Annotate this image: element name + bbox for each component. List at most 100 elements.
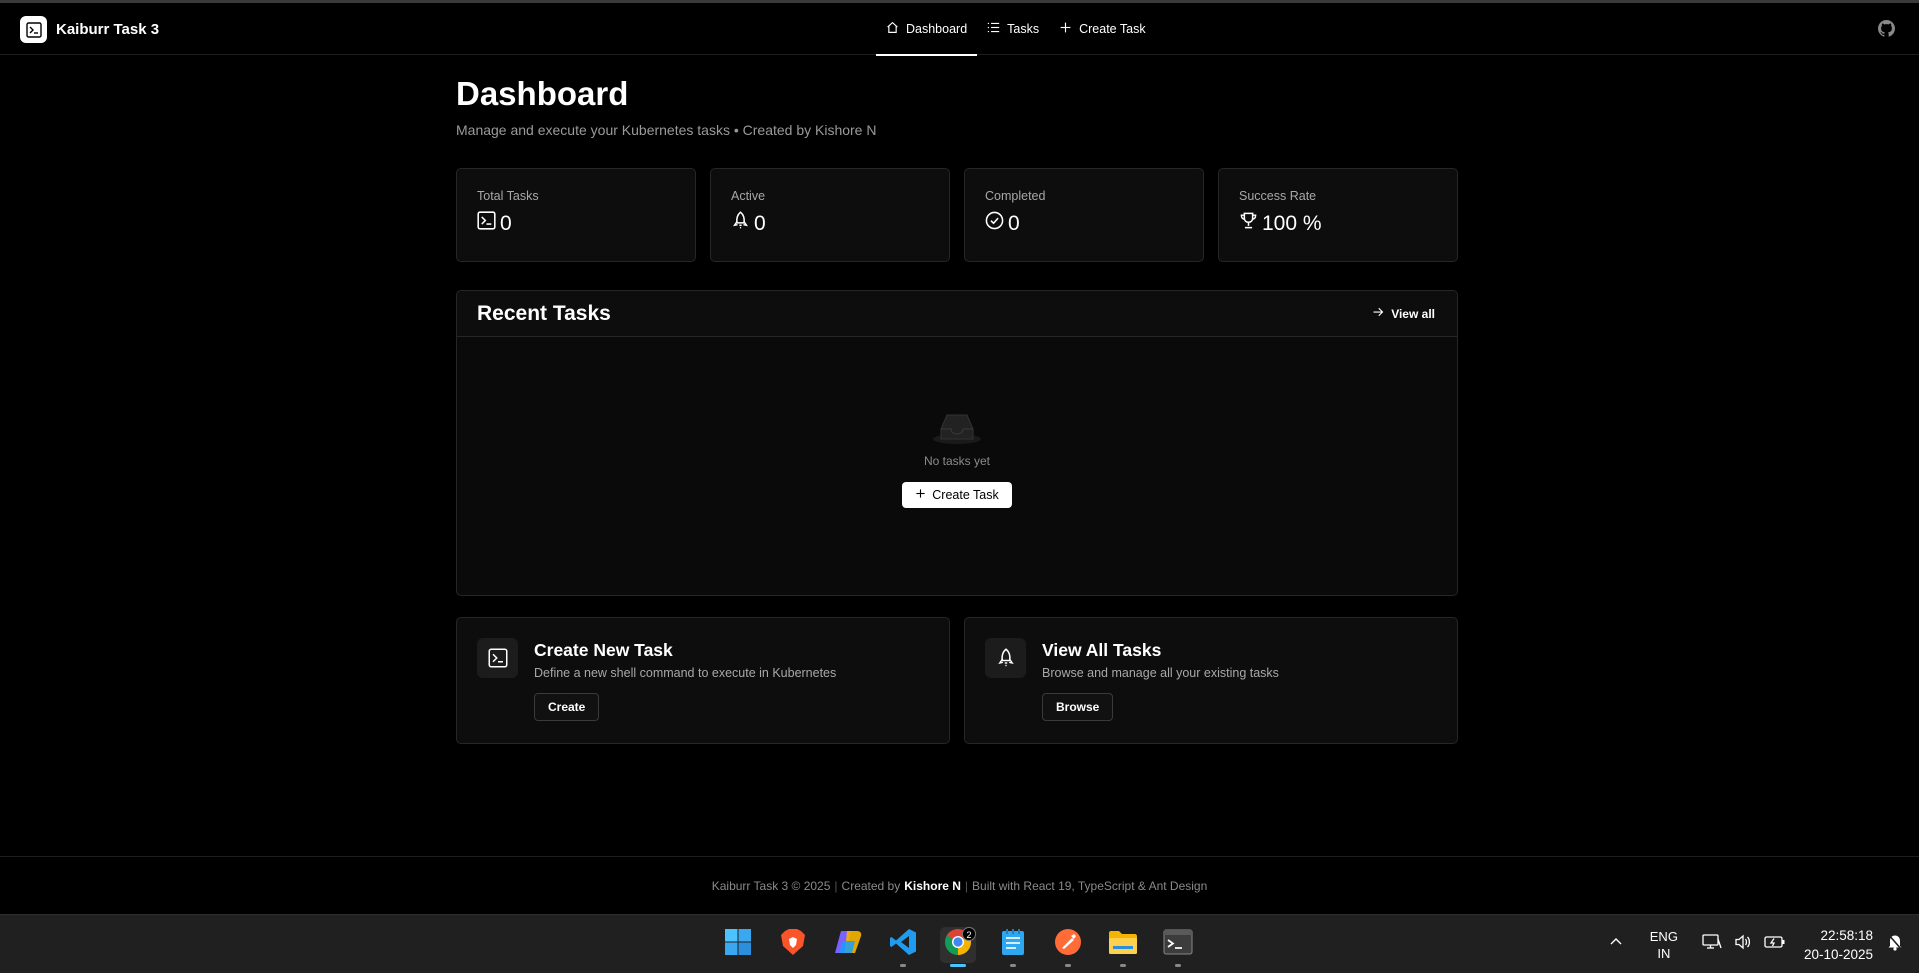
quick-action-description: Browse and manage all your existing task… [1042, 666, 1279, 680]
running-indicator [1175, 963, 1181, 967]
stat-label: Completed [985, 189, 1046, 203]
rocket-icon [731, 211, 750, 236]
terminal-logo-icon [20, 16, 47, 43]
recent-tasks-title: Recent Tasks [477, 301, 611, 325]
windows-start-button[interactable] [720, 927, 756, 963]
github-icon [1878, 20, 1896, 41]
github-link[interactable] [1878, 20, 1896, 42]
page-title: Dashboard [456, 75, 629, 112]
notepad-icon [1001, 928, 1025, 961]
nav-create-task-label: Create Task [1079, 22, 1146, 36]
clock-time: 22:58:18 [1820, 927, 1873, 943]
quick-action-view-all-tasks: View All Tasks Browse and manage all you… [964, 617, 1458, 744]
nav-dashboard[interactable]: Dashboard [876, 3, 978, 56]
taskbar-notepad[interactable] [995, 927, 1031, 967]
taskbar-vscode[interactable] [885, 927, 921, 967]
battery-charging-icon[interactable] [1764, 934, 1786, 955]
quick-action-title: View All Tasks [1042, 640, 1162, 660]
brand-title: Kaiburr Task 3 [56, 21, 160, 38]
footer-created-by: Created by [841, 878, 901, 893]
nav-create-task[interactable]: Create Task [1049, 3, 1155, 55]
stat-label: Success Rate [1239, 189, 1317, 203]
view-all-link[interactable]: View all [1372, 306, 1435, 321]
windows-start-icon [724, 928, 752, 961]
trophy-icon [1239, 211, 1258, 236]
plus-icon [915, 488, 926, 502]
stat-label: Total Tasks [477, 189, 539, 203]
nav-tasks-label: Tasks [1007, 22, 1040, 36]
home-icon [886, 21, 899, 37]
top-navigation-bar: Kaiburr Task 3 Dashboard Tasks Create Ta… [0, 0, 1919, 56]
windows-taskbar: 2 ENG IN 22:58:18 20-10-2025 [0, 914, 1919, 973]
footer-copyright: Kaiburr Task 3 © 2025 [711, 878, 831, 893]
running-indicator [1120, 963, 1126, 967]
arrow-right-icon [1372, 306, 1384, 321]
stat-card-completed: Completed 0 [964, 168, 1204, 262]
volume-icon[interactable] [1734, 933, 1752, 956]
terminal-icon [477, 211, 496, 236]
stat-value: 0 [1008, 211, 1020, 235]
empty-inbox-icon [931, 414, 983, 449]
clock-date: 20-10-2025 [1803, 946, 1873, 962]
file-explorer-icon [1108, 929, 1138, 960]
stat-card-success-rate: Success Rate 100 % [1218, 168, 1458, 262]
check-circle-icon [985, 211, 1004, 236]
stat-card-total-tasks: Total Tasks 0 [456, 168, 696, 262]
taskbar-terminal[interactable] [1160, 927, 1196, 967]
language-indicator[interactable]: ENG IN [1650, 928, 1678, 962]
quick-action-description: Define a new shell command to execute in… [534, 666, 837, 680]
language-line-1: ENG [1649, 928, 1678, 944]
recent-tasks-card: Recent Tasks View all No tasks yet Creat… [456, 290, 1458, 596]
chrome-badge: 2 [962, 926, 976, 941]
footer-separator: | [834, 878, 838, 893]
footer: Kaiburr Task 3 © 2025 | Created by Kisho… [0, 856, 1919, 914]
terminal-app-icon [1163, 929, 1193, 960]
list-icon [987, 21, 1000, 37]
page-subtitle: Manage and execute your Kubernetes tasks… [456, 122, 877, 138]
system-tray: ENG IN 22:58:18 20-10-2025 [1608, 915, 1919, 973]
brand[interactable]: Kaiburr Task 3 [20, 16, 159, 43]
taskbar-brave[interactable] [775, 927, 811, 963]
stat-card-active: Active 0 [710, 168, 950, 262]
taskbar-postman[interactable] [1050, 927, 1086, 967]
copilot-icon [833, 929, 863, 960]
stat-label: Active [731, 189, 766, 203]
view-all-label: View all [1391, 306, 1435, 321]
footer-separator: | [964, 878, 969, 893]
footer-author: Kishore N [904, 878, 961, 893]
browse-button[interactable]: Browse [1042, 693, 1114, 721]
language-line-2: IN [1657, 945, 1671, 961]
quick-action-create-task: Create New Task Define a new shell comma… [456, 617, 950, 744]
taskbar-apps: 2 [720, 915, 1196, 973]
plus-icon [1059, 21, 1072, 37]
running-indicator [900, 963, 906, 967]
stat-value: 100 % [1262, 211, 1322, 235]
empty-state-text: No tasks yet [923, 454, 991, 468]
empty-create-task-label: Create Task [932, 488, 999, 502]
chevron-up-icon[interactable] [1608, 934, 1624, 955]
empty-create-task-button[interactable]: Create Task [902, 482, 1012, 508]
system-clock[interactable]: 22:58:18 20-10-2025 [1804, 926, 1873, 964]
running-indicator [1065, 963, 1071, 967]
taskbar-copilot[interactable] [830, 927, 866, 963]
taskbar-file-explorer[interactable] [1105, 927, 1141, 967]
brave-browser-icon [780, 928, 806, 961]
taskbar-chrome[interactable]: 2 [940, 926, 976, 967]
network-icon[interactable] [1702, 933, 1722, 956]
main-nav: Dashboard Tasks Create Task [876, 3, 1156, 56]
rocket-icon [985, 638, 1026, 678]
active-indicator [950, 963, 966, 967]
notification-icon[interactable] [1887, 933, 1903, 956]
empty-state: No tasks yet Create Task [457, 411, 1457, 508]
running-indicator [1010, 963, 1016, 967]
footer-built-with: Built with React 19, TypeScript & Ant De… [972, 878, 1208, 893]
nav-dashboard-label: Dashboard [906, 22, 968, 36]
terminal-icon [477, 638, 518, 678]
create-button[interactable]: Create [534, 693, 600, 721]
nav-tasks[interactable]: Tasks [977, 3, 1049, 55]
stat-value: 0 [754, 211, 766, 235]
vscode-icon [889, 928, 917, 961]
quick-action-title: Create New Task [534, 640, 673, 660]
postman-icon [1054, 928, 1082, 961]
stat-value: 0 [500, 211, 512, 235]
